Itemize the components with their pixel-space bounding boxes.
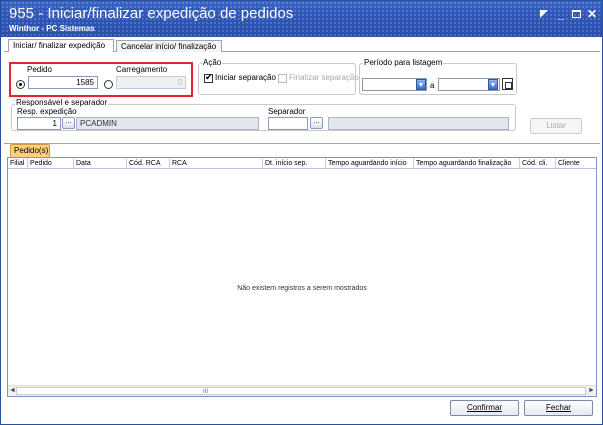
column-header[interactable]: Dt. início sep. [263,158,326,169]
sep-name-field [328,117,509,130]
scroll-left-icon[interactable]: ◄ [9,386,16,396]
sep-browse-button[interactable]: ... [310,117,323,129]
periodo-end-dropdown-icon[interactable] [488,79,498,90]
main-tabs: Iniciar/ finalizar expedição Cancelar in… [4,38,600,52]
column-header[interactable]: Filial [8,158,28,169]
resp-name-field: PCADMIN [76,117,259,130]
radio-selected-dot [19,83,22,86]
minimize-icon[interactable]: _ [554,7,568,21]
scroll-right-icon[interactable]: ► [588,386,595,396]
pedidos-panel: Pedido(s) Filial Pedido Data Cód. RCA RC… [4,143,600,401]
resp-code-input[interactable]: 1 [17,117,61,130]
window-title: 955 - Iniciar/finalizar expedição de ped… [9,5,294,22]
resp-expedicao-label: Resp. expedição [17,107,77,116]
carregamento-radio[interactable] [104,80,113,89]
scrollbar-grip-icon: III [203,389,209,395]
column-header[interactable]: Tempo aguardando finalização [414,158,520,169]
periodo-separator: a [430,81,435,90]
iniciar-label: Iniciar separação [215,73,276,82]
separador-label: Separador [268,107,306,116]
finalizar-checkbox[interactable] [278,74,287,83]
periodo-label: Período para listagem [363,58,444,68]
finalizar-label: Finalizar separação [289,73,359,82]
sep-code-input[interactable] [268,117,308,130]
grid-header: Filial Pedido Data Cód. RCA RCA Dt. iníc… [8,158,596,169]
column-header[interactable]: RCA [170,158,263,169]
empty-grid-message: Não existem registros a serem mostrados [237,285,367,292]
checkmark-icon: ✔ [205,72,213,82]
calendar-icon[interactable] [502,78,513,90]
pedidos-grid: Filial Pedido Data Cód. RCA RCA Dt. iníc… [7,157,597,397]
column-header[interactable]: Cód. cli. [520,158,556,169]
confirmar-label: Confirmar [466,403,503,412]
main-window: 955 - Iniciar/finalizar expedição de ped… [0,0,603,425]
window-subtitle: Winthor - PC Sistemas [9,24,95,33]
pedido-radio[interactable] [16,80,25,89]
listar-button[interactable]: Listar [530,118,582,134]
title-bar[interactable]: 955 - Iniciar/finalizar expedição de ped… [1,1,602,37]
maximize-icon[interactable] [569,7,583,21]
restore-icon[interactable] [537,7,551,21]
scrollbar-thumb[interactable]: III [16,387,586,395]
column-header[interactable]: Tempo aguardando início [326,158,414,169]
confirmar-button[interactable]: Confirmar [450,400,519,416]
fechar-label: Fechar [546,403,571,412]
iniciar-checkbox[interactable]: ✔ [204,72,213,83]
column-header[interactable]: Cód. RCA [127,158,170,169]
tab-iniciar-finalizar[interactable]: Iniciar/ finalizar expedição [8,39,114,52]
tab-cancelar[interactable]: Cancelar início/ finalização [116,40,222,52]
close-icon[interactable]: ✕ [585,7,599,21]
carregamento-label: Carregamento [116,65,168,74]
horizontal-scrollbar[interactable]: ◄ III ► [8,385,596,396]
column-header[interactable]: Cliente [556,158,596,169]
pedido-input[interactable]: 1585 [28,76,98,89]
resp-browse-button[interactable]: ... [62,117,75,129]
carregamento-input[interactable]: 0 [116,76,186,89]
column-header[interactable]: Pedido [28,158,74,169]
column-header[interactable]: Data [74,158,127,169]
acao-label: Ação [202,58,223,68]
periodo-start-dropdown-icon[interactable] [416,79,426,90]
tab-pedidos[interactable]: Pedido(s) [10,144,50,157]
fechar-button[interactable]: Fechar [524,400,593,416]
pedido-label: Pedido [27,65,52,74]
